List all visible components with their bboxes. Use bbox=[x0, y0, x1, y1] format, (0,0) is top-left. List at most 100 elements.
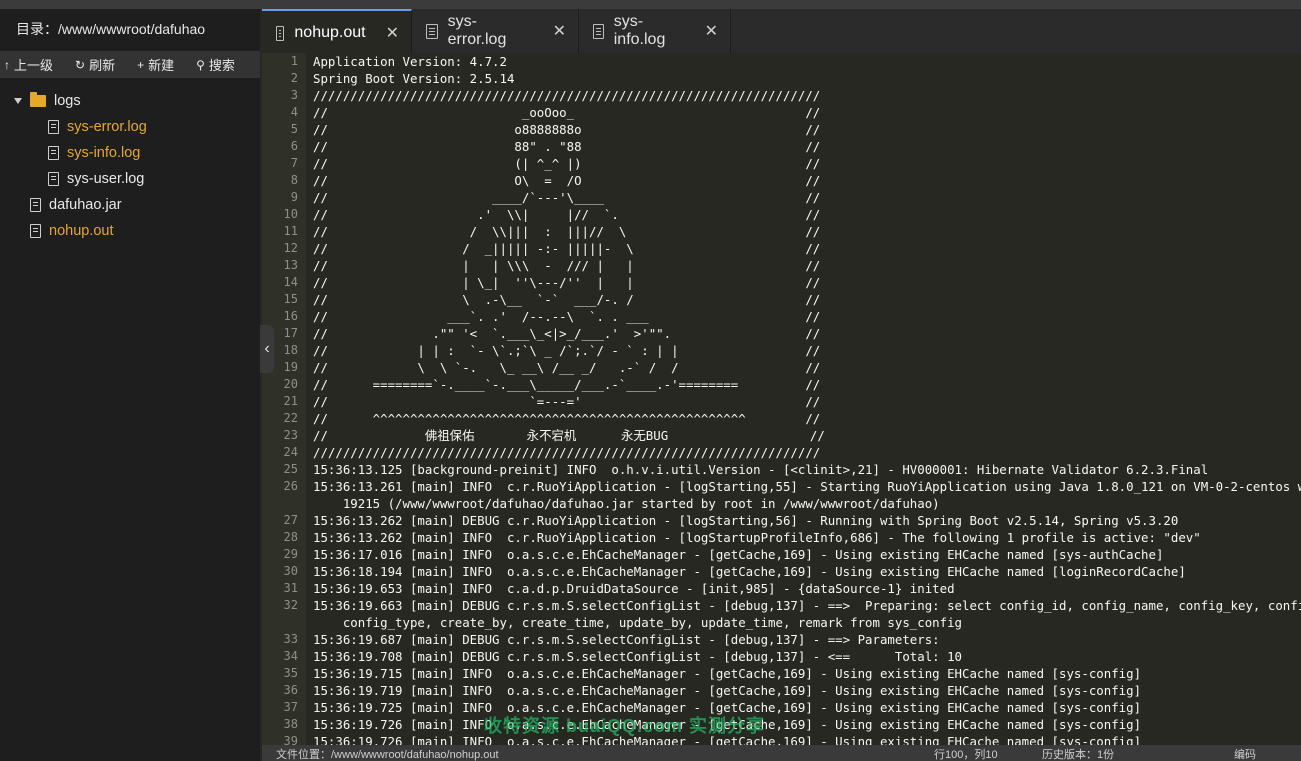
line-text: // ____/`---'\____ // bbox=[313, 190, 821, 205]
line-number: 36 bbox=[283, 683, 298, 697]
line-text: // | \_| ''\---/'' | | // bbox=[313, 275, 821, 290]
status-file-path: 文件位置：/www/wwwroot/dafuhao/nohup.out bbox=[276, 749, 499, 761]
code-line: 27 15:36:13.262 [main] DEBUG c.r.RuoYiApp… bbox=[262, 512, 1301, 529]
line-number: 13 bbox=[283, 258, 298, 272]
tree-file-label: sys-info.log bbox=[67, 145, 141, 161]
line-number: 35 bbox=[283, 666, 298, 680]
file-icon bbox=[593, 23, 604, 39]
line-text: // `=---=' // bbox=[313, 394, 821, 409]
line-number: 20 bbox=[283, 377, 298, 391]
code-line: 16 // ___`. .' /--.--\ `. . ___ // bbox=[262, 308, 1301, 325]
line-text: Spring Boot Version: 2.5.14 bbox=[313, 71, 515, 86]
tree-file-label: sys-error.log bbox=[67, 119, 147, 135]
line-text: // | | \\\ - /// | | // bbox=[313, 258, 821, 273]
new-label: 新建 bbox=[148, 58, 175, 73]
close-icon[interactable]: ✕ bbox=[553, 21, 566, 41]
line-number: 29 bbox=[283, 547, 298, 561]
tab-label: sys-error.log bbox=[447, 13, 507, 48]
line-number: 32 bbox=[283, 598, 298, 612]
sidebar-toolbar: ↑ 上一级 ↻ 刷新 + 新建 ⚲ 搜索 bbox=[0, 51, 260, 78]
tab-nohup-out[interactable]: nohup.out ✕ bbox=[262, 9, 412, 55]
tree-file-sys-info[interactable]: sys-info.log bbox=[0, 140, 260, 166]
file-icon bbox=[30, 224, 41, 238]
file-icon bbox=[30, 198, 41, 212]
code-line: 6 // 88" . "88 // bbox=[262, 138, 1301, 155]
code-line: 25 15:36:13.125 [background-preinit] INFO… bbox=[262, 461, 1301, 478]
line-number: 15 bbox=[283, 292, 298, 306]
line-text: ////////////////////////////////////////… bbox=[313, 88, 821, 103]
code-line: 14 // | \_| ''\---/'' | | // bbox=[262, 274, 1301, 291]
status-bar: 文件位置：/www/wwwroot/dafuhao/nohup.out 行100… bbox=[262, 745, 1301, 761]
tree-file-sys-user[interactable]: sys-user.log bbox=[0, 166, 260, 192]
line-number: 14 bbox=[283, 275, 298, 289]
code-line: 30 15:36:18.194 [main] INFO o.a.s.c.e.EhC… bbox=[262, 563, 1301, 580]
line-text: 15:36:13.262 [main] DEBUG c.r.RuoYiAppli… bbox=[313, 513, 1179, 528]
line-number: 22 bbox=[283, 411, 298, 425]
tree-file-nohup[interactable]: nohup.out bbox=[0, 218, 260, 244]
refresh-button[interactable]: ↻ 刷新 bbox=[75, 55, 115, 74]
search-label: 搜索 bbox=[208, 58, 235, 73]
new-button[interactable]: + 新建 bbox=[137, 55, 174, 74]
code-line: 11 // / \\||| : |||// \ // bbox=[262, 223, 1301, 240]
code-line: 18// | | : `- \`.;`\ _ /`;.`/ - ` : | | … bbox=[262, 342, 1301, 359]
code-line: 37 15:36:19.725 [main] INFO o.a.s.c.e.EhC… bbox=[262, 699, 1301, 716]
code-line: 21 // `=---=' // bbox=[262, 393, 1301, 410]
folder-icon bbox=[30, 92, 46, 107]
line-number: 39 bbox=[283, 734, 298, 745]
line-number: 8 bbox=[290, 173, 298, 187]
line-number: 1 bbox=[290, 54, 298, 68]
tab-sys-info-log[interactable]: sys-info.log ✕ bbox=[579, 9, 731, 53]
line-number: 3 bbox=[290, 88, 298, 102]
line-number: 27 bbox=[283, 513, 298, 527]
line-text: // 佛祖保佑 永不宕机 永无BUG // bbox=[313, 428, 825, 443]
caret-down-icon[interactable] bbox=[14, 98, 22, 104]
tree-file-sys-error[interactable]: sys-error.log bbox=[0, 114, 260, 140]
tree-folder-logs[interactable]: logs bbox=[0, 88, 260, 114]
tab-sys-error-log[interactable]: sys-error.log ✕ bbox=[412, 9, 579, 53]
file-sidebar: 目录：/www/wwwroot/dafuhao ↑ 上一级 ↻ 刷新 + 新建 … bbox=[0, 9, 260, 761]
status-encoding[interactable]: 编码 bbox=[1234, 747, 1256, 761]
line-text: // o8888888o // bbox=[313, 122, 821, 137]
line-text: 15:36:19.715 [main] INFO o.a.s.c.e.EhCac… bbox=[313, 666, 1142, 681]
line-number: 9 bbox=[290, 190, 298, 204]
status-history[interactable]: 历史版本：1份 bbox=[1042, 747, 1114, 761]
close-icon[interactable]: ✕ bbox=[386, 23, 399, 43]
code-line: 35 15:36:19.715 [main] INFO o.a.s.c.e.EhC… bbox=[262, 665, 1301, 682]
file-icon bbox=[276, 25, 285, 41]
line-number: 2 bbox=[290, 71, 298, 85]
line-number: 6 bbox=[290, 139, 298, 153]
line-number: 31 bbox=[283, 581, 298, 595]
code-line: 1 Application Version: 4.7.2 bbox=[262, 53, 1301, 70]
search-icon: ⚲ bbox=[196, 57, 205, 72]
line-text: // / \\||| : |||// \ // bbox=[313, 224, 821, 239]
file-icon bbox=[48, 146, 59, 160]
close-icon[interactable]: ✕ bbox=[705, 21, 718, 41]
code-line: 10 // .' \\| |// `. // bbox=[262, 206, 1301, 223]
file-icon bbox=[48, 172, 59, 186]
line-text: 15:36:19.653 [main] INFO c.a.d.p.DruidDa… bbox=[313, 581, 955, 596]
line-number: 30 bbox=[283, 564, 298, 578]
code-line: 32 15:36:19.663 [main] DEBUG c.r.s.m.S.se… bbox=[262, 597, 1301, 631]
code-line: 20 // ========`-.____`-.___\_____/___.-`_… bbox=[262, 376, 1301, 393]
line-text: // .' \\| |// `. // bbox=[313, 207, 821, 222]
code-editor[interactable]: 1 Application Version: 4.7.2 2 Spring Boot … bbox=[262, 53, 1301, 745]
up-level-button[interactable]: ↑ 上一级 bbox=[4, 55, 53, 74]
file-icon bbox=[48, 120, 59, 134]
tree-file-dafuhao-jar[interactable]: dafuhao.jar bbox=[0, 192, 260, 218]
watermark: 收特资源 buaiQQ.com 实测分享 bbox=[484, 716, 766, 736]
line-number: 12 bbox=[283, 241, 298, 255]
file-tree: logs sys-error.log sys-info.log sys-user… bbox=[0, 78, 260, 244]
line-text: // ."" '< `.___\_<|>_/___.' >'"". // bbox=[313, 326, 821, 341]
line-number: 11 bbox=[283, 224, 298, 238]
code-line: 8 // O\ = /O // bbox=[262, 172, 1301, 189]
tab-label: sys-info.log bbox=[613, 13, 666, 48]
code-line: 12 // / _||||| -:- |||||- \ // bbox=[262, 240, 1301, 257]
line-text: 15:36:19.687 [main] DEBUG c.r.s.m.S.sele… bbox=[313, 632, 948, 647]
collapse-sidebar-handle[interactable]: ‹ bbox=[260, 325, 274, 373]
code-line: 4 // _ooOoo_ // bbox=[262, 104, 1301, 121]
line-number: 34 bbox=[283, 649, 298, 663]
code-line: 36 15:36:19.719 [main] INFO o.a.s.c.e.EhC… bbox=[262, 682, 1301, 699]
line-text: 15:36:17.016 [main] INFO o.a.s.c.e.EhCac… bbox=[313, 547, 1164, 562]
line-number: 23 bbox=[283, 428, 298, 442]
search-button[interactable]: ⚲ 搜索 bbox=[196, 55, 235, 74]
